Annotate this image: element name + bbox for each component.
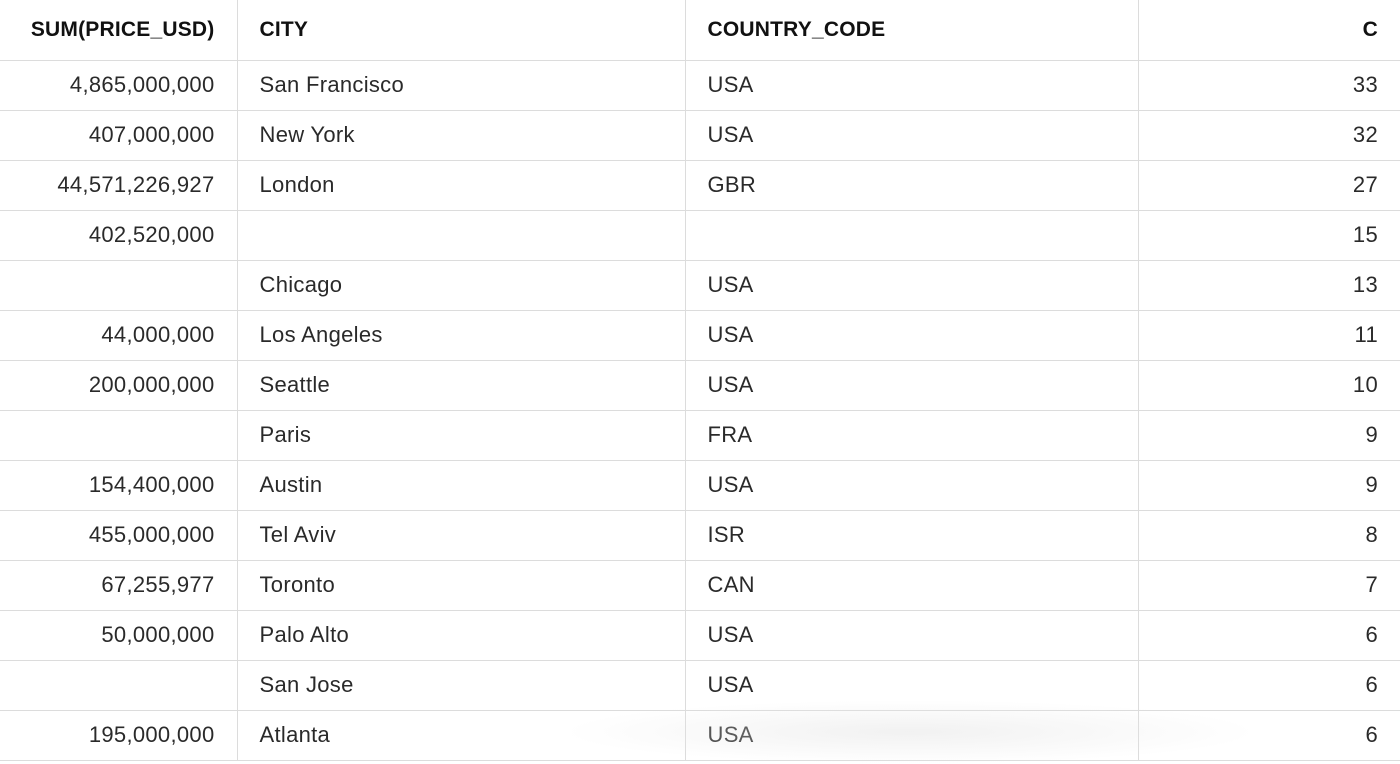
cell-sum-price-usd[interactable] bbox=[0, 410, 238, 461]
cell-sum-price-usd[interactable]: 44,571,226,927 bbox=[0, 160, 238, 211]
cell-sum-price-usd[interactable]: 455,000,000 bbox=[0, 510, 238, 561]
cell-c[interactable]: 13 bbox=[1138, 260, 1400, 311]
cell-c[interactable]: 33 bbox=[1138, 60, 1400, 111]
cell-sum-price-usd[interactable]: 50,000,000 bbox=[0, 610, 238, 661]
cell-city[interactable] bbox=[237, 210, 686, 261]
cell-city[interactable]: Tel Aviv bbox=[237, 510, 686, 561]
cell-country-code[interactable]: CAN bbox=[685, 560, 1139, 611]
cell-city[interactable]: Chicago bbox=[237, 260, 686, 311]
cell-sum-price-usd[interactable]: 44,000,000 bbox=[0, 310, 238, 361]
cell-country-code[interactable] bbox=[685, 210, 1139, 261]
cell-country-code[interactable]: USA bbox=[685, 660, 1139, 711]
cell-c[interactable]: 11 bbox=[1138, 310, 1400, 361]
results-grid: SUM(PRICE_USD) CITY COUNTRY_CODE C 4,865… bbox=[0, 0, 1400, 764]
table-row: 455,000,000 Tel Aviv ISR 8 bbox=[0, 510, 1400, 561]
cell-sum-price-usd[interactable]: 4,865,000,000 bbox=[0, 60, 238, 111]
header-row: SUM(PRICE_USD) CITY COUNTRY_CODE C bbox=[0, 0, 1400, 61]
cell-country-code[interactable]: USA bbox=[685, 710, 1139, 761]
column-header-c[interactable]: C bbox=[1138, 0, 1400, 61]
table-row: 50,000,000 Palo Alto USA 6 bbox=[0, 610, 1400, 661]
cell-c[interactable]: 27 bbox=[1138, 160, 1400, 211]
table-row: 4,865,000,000 San Francisco USA 33 bbox=[0, 60, 1400, 111]
cell-city[interactable]: Seattle bbox=[237, 360, 686, 411]
table-row: San Jose USA 6 bbox=[0, 660, 1400, 711]
cell-city[interactable]: San Jose bbox=[237, 660, 686, 711]
results-table: SUM(PRICE_USD) CITY COUNTRY_CODE C 4,865… bbox=[0, 0, 1400, 761]
column-header-sum-price-usd[interactable]: SUM(PRICE_USD) bbox=[0, 0, 238, 61]
cell-c[interactable]: 32 bbox=[1138, 110, 1400, 161]
cell-country-code[interactable]: USA bbox=[685, 60, 1139, 111]
cell-city[interactable]: Palo Alto bbox=[237, 610, 686, 661]
column-header-city[interactable]: CITY bbox=[237, 0, 686, 61]
cell-city[interactable]: New York bbox=[237, 110, 686, 161]
cell-country-code[interactable]: USA bbox=[685, 360, 1139, 411]
cell-country-code[interactable]: USA bbox=[685, 260, 1139, 311]
cell-sum-price-usd[interactable]: 154,400,000 bbox=[0, 460, 238, 511]
cell-sum-price-usd[interactable] bbox=[0, 260, 238, 311]
cell-c[interactable]: 9 bbox=[1138, 410, 1400, 461]
table-row: Paris FRA 9 bbox=[0, 410, 1400, 461]
cell-c[interactable]: 15 bbox=[1138, 210, 1400, 261]
table-row: 44,000,000 Los Angeles USA 11 bbox=[0, 310, 1400, 361]
cell-sum-price-usd[interactable]: 195,000,000 bbox=[0, 710, 238, 761]
table-row: 44,571,226,927 London GBR 27 bbox=[0, 160, 1400, 211]
table-row: Chicago USA 13 bbox=[0, 260, 1400, 311]
cell-city[interactable]: London bbox=[237, 160, 686, 211]
table-row: 407,000,000 New York USA 32 bbox=[0, 110, 1400, 161]
table-row: 402,520,000 15 bbox=[0, 210, 1400, 261]
cell-c[interactable]: 6 bbox=[1138, 660, 1400, 711]
cell-c[interactable]: 6 bbox=[1138, 710, 1400, 761]
cell-c[interactable]: 7 bbox=[1138, 560, 1400, 611]
cell-city[interactable]: Austin bbox=[237, 460, 686, 511]
cell-city[interactable]: Los Angeles bbox=[237, 310, 686, 361]
cell-sum-price-usd[interactable]: 67,255,977 bbox=[0, 560, 238, 611]
table-row: 67,255,977 Toronto CAN 7 bbox=[0, 560, 1400, 611]
cell-country-code[interactable]: USA bbox=[685, 610, 1139, 661]
cell-country-code[interactable]: USA bbox=[685, 310, 1139, 361]
cell-sum-price-usd[interactable]: 200,000,000 bbox=[0, 360, 238, 411]
cell-c[interactable]: 10 bbox=[1138, 360, 1400, 411]
table-body: 4,865,000,000 San Francisco USA 33 407,0… bbox=[0, 60, 1400, 761]
table-row: 200,000,000 Seattle USA 10 bbox=[0, 360, 1400, 411]
cell-country-code[interactable]: USA bbox=[685, 110, 1139, 161]
cell-c[interactable]: 9 bbox=[1138, 460, 1400, 511]
cell-country-code[interactable]: GBR bbox=[685, 160, 1139, 211]
table-row: 154,400,000 Austin USA 9 bbox=[0, 460, 1400, 511]
cell-sum-price-usd[interactable]: 407,000,000 bbox=[0, 110, 238, 161]
cell-country-code[interactable]: FRA bbox=[685, 410, 1139, 461]
column-header-country-code[interactable]: COUNTRY_CODE bbox=[685, 0, 1139, 61]
cell-city[interactable]: Toronto bbox=[237, 560, 686, 611]
cell-sum-price-usd[interactable] bbox=[0, 660, 238, 711]
cell-sum-price-usd[interactable]: 402,520,000 bbox=[0, 210, 238, 261]
cell-city[interactable]: Atlanta bbox=[237, 710, 686, 761]
cell-city[interactable]: Paris bbox=[237, 410, 686, 461]
cell-c[interactable]: 8 bbox=[1138, 510, 1400, 561]
cell-c[interactable]: 6 bbox=[1138, 610, 1400, 661]
cell-country-code[interactable]: USA bbox=[685, 460, 1139, 511]
table-row: 195,000,000 Atlanta USA 6 bbox=[0, 710, 1400, 761]
cell-country-code[interactable]: ISR bbox=[685, 510, 1139, 561]
cell-city[interactable]: San Francisco bbox=[237, 60, 686, 111]
